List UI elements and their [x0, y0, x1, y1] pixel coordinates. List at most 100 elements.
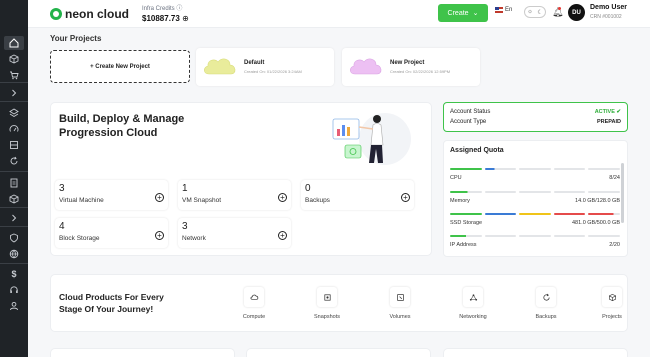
projects-icon-box: [602, 287, 622, 307]
project-name: New Project: [390, 60, 425, 66]
stat-card-virtual-machine[interactable]: 3 Virtual Machine +: [55, 180, 168, 210]
document-icon: [10, 178, 18, 188]
cloud-icon: [204, 58, 236, 75]
quota-scrollbar[interactable]: [621, 163, 624, 223]
product-label: Networking: [459, 314, 487, 320]
quota-value: 8/24: [609, 175, 620, 181]
cube-icon: [9, 54, 19, 64]
person-dashboard-illustration: [332, 113, 411, 165]
product-label: Compute: [242, 314, 266, 320]
sidebar-item-account[interactable]: [4, 299, 24, 313]
add-icon[interactable]: +: [278, 231, 287, 240]
add-icon[interactable]: +: [155, 193, 164, 202]
chevron-right-icon: [12, 89, 17, 97]
add-credits-icon[interactable]: ⊕: [182, 14, 189, 23]
add-icon[interactable]: +: [278, 193, 287, 202]
help-icon[interactable]: ⓘ: [176, 6, 182, 12]
project-card-default[interactable]: Default Created On: 01/22/2026 3:24AM: [196, 48, 334, 86]
stat-count: 4: [59, 221, 65, 232]
project-card-new-project[interactable]: New Project Created On: 02/22/2026 12:59…: [342, 48, 480, 86]
quota-progress-bar: [450, 213, 620, 215]
add-icon[interactable]: +: [401, 193, 410, 202]
brand-logo[interactable]: neon cloud: [50, 7, 129, 21]
stat-card-backups[interactable]: 0 Backups +: [301, 180, 414, 210]
stat-card-block-storage[interactable]: 4 Block Storage +: [55, 218, 168, 248]
sidebar-item-cube[interactable]: [4, 52, 24, 66]
product-backups[interactable]: Backups: [523, 287, 573, 327]
quota-value: 481.0 GB/500.0 GB: [571, 220, 620, 226]
chevron-down-icon: ⌄: [472, 10, 479, 17]
add-icon[interactable]: +: [155, 231, 164, 240]
sidebar-item-document[interactable]: [4, 176, 24, 190]
product-compute[interactable]: Compute: [231, 287, 281, 327]
avatar[interactable]: DU: [568, 4, 585, 21]
stat-count: 0: [305, 183, 311, 194]
stat-card-vm-snapshot[interactable]: 1 VM Snapshot +: [178, 180, 291, 210]
quota-label: IP Address: [450, 242, 477, 248]
products-heading: Cloud Products For Every Stage Of Your J…: [59, 292, 164, 314]
brand-name: neon cloud: [65, 7, 129, 21]
create-project-button[interactable]: + Create New Project: [50, 50, 190, 83]
product-volumes[interactable]: Volumes: [377, 287, 427, 327]
projects-heading: Your Projects: [50, 34, 102, 43]
us-flag-icon: [495, 7, 503, 13]
security-icon: [10, 233, 18, 243]
language-selector[interactable]: En: [495, 7, 512, 13]
quota-row-ip-address: IP Address 2/20: [450, 235, 620, 253]
product-label: Snapshots: [314, 314, 340, 320]
quota-label: CPU: [450, 175, 462, 181]
layers-icon: [9, 108, 19, 118]
user-name[interactable]: Demo User: [590, 4, 627, 11]
account-status-value: ACTIVE: [594, 109, 615, 115]
account-status-card: Account Status ACTIVE ✔ Account Type PRE…: [443, 102, 628, 132]
home-icon: [9, 38, 19, 48]
user-crn: CRN #001002: [590, 14, 622, 20]
stat-label: VM Snapshot: [182, 197, 222, 204]
quota-label: Memory: [450, 198, 470, 204]
account-type-label: Account Type: [450, 119, 487, 125]
product-snapshots[interactable]: Snapshots: [304, 287, 354, 327]
quota-label: SSD Storage: [450, 220, 483, 226]
product-projects[interactable]: Projects: [589, 287, 639, 327]
sidebar-item-refresh[interactable]: [4, 154, 24, 168]
projects-icon: [608, 293, 616, 301]
sidebar-divider: [0, 263, 28, 264]
sidebar-item-storage[interactable]: [4, 138, 24, 152]
stat-card-network[interactable]: 3 Network +: [178, 218, 291, 248]
gauge-icon: [9, 125, 19, 132]
product-networking[interactable]: Networking: [450, 287, 500, 327]
quota-row-cpu: CPU 8/24: [450, 168, 620, 186]
sidebar-item-box[interactable]: [4, 192, 24, 206]
create-button[interactable]: Create ⌄: [438, 4, 488, 22]
quota-row-ssd-storage: SSD Storage 481.0 GB/500.0 GB: [450, 213, 620, 231]
quota-progress-bar: [450, 168, 620, 170]
theme-toggle[interactable]: ☼ ☾: [524, 6, 546, 18]
stat-count: 1: [182, 183, 188, 194]
bottom-card: [246, 348, 431, 357]
sidebar-item-cart[interactable]: [4, 68, 24, 82]
sidebar-item-home[interactable]: [4, 36, 24, 50]
sidebar-item-billing[interactable]: $: [4, 267, 24, 281]
overview-panel: Build, Deploy & Manage Progression Cloud…: [50, 102, 432, 256]
project-name: Default: [244, 60, 265, 66]
notification-dot: [558, 7, 561, 10]
sidebar-expand-toggle[interactable]: [4, 86, 24, 100]
sidebar-divider: [0, 207, 28, 208]
quota-progress-bar: [450, 191, 620, 193]
account-status-label: Account Status: [450, 109, 491, 115]
user-icon: [10, 301, 18, 311]
account-status-badge: ACTIVE ✔: [595, 109, 621, 115]
sidebar-divider: [0, 226, 28, 227]
sidebar-item-layers[interactable]: [4, 106, 24, 120]
sidebar-item-security[interactable]: [4, 231, 24, 245]
language-label: En: [505, 7, 513, 13]
product-label: Projects: [602, 314, 622, 320]
sidebar-divider: [0, 171, 28, 172]
sidebar-expand-toggle-2[interactable]: [4, 211, 24, 225]
cloud-icon: [350, 58, 382, 75]
sidebar-item-gauge[interactable]: [4, 122, 24, 136]
top-bar: neon cloud Infra Credits ⓘ $10887.73 ⊕ C…: [28, 0, 650, 28]
sidebar-item-support[interactable]: [4, 283, 24, 297]
backup-icon-box: [536, 287, 556, 307]
sidebar-item-globe[interactable]: [4, 247, 24, 261]
